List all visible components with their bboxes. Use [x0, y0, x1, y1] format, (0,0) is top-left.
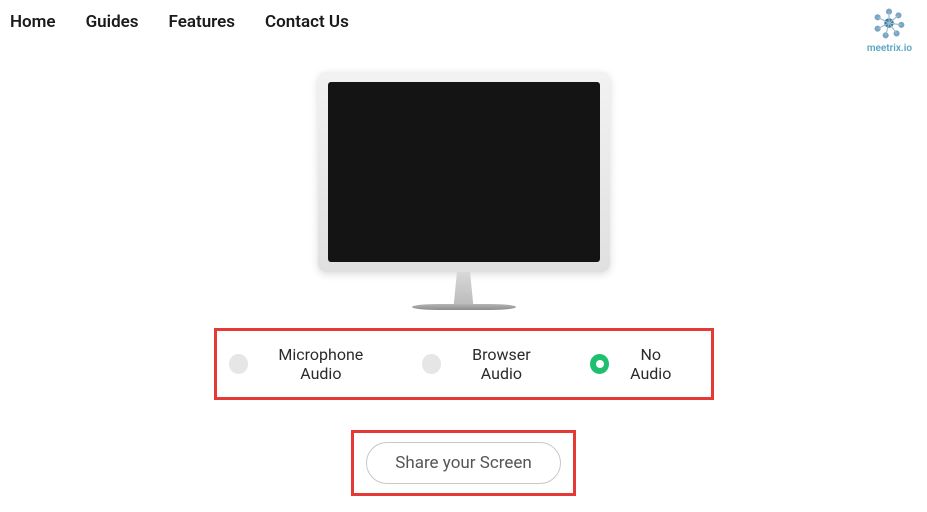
radio-no-audio[interactable]: No Audio	[590, 345, 683, 383]
radio-label: Microphone Audio	[258, 345, 384, 383]
share-screen-button[interactable]: Share your Screen	[366, 442, 561, 484]
radio-icon	[229, 354, 248, 374]
main-content: Microphone Audio Browser Audio No Audio …	[0, 44, 927, 496]
share-button-highlight: Share your Screen	[351, 430, 576, 496]
navbar: Home Guides Features Contact Us	[0, 0, 927, 44]
logo-icon	[870, 4, 908, 42]
monitor-base	[412, 304, 516, 310]
radio-label: No Audio	[619, 345, 683, 383]
monitor-screen	[328, 82, 600, 262]
radio-icon-selected	[590, 354, 609, 374]
audio-options-group: Microphone Audio Browser Audio No Audio	[217, 331, 711, 397]
monitor-bezel	[318, 72, 610, 272]
nav-contact[interactable]: Contact Us	[265, 12, 349, 32]
radio-browser-audio[interactable]: Browser Audio	[422, 345, 552, 383]
audio-options-highlight: Microphone Audio Browser Audio No Audio	[214, 328, 714, 400]
nav-guides[interactable]: Guides	[86, 12, 139, 32]
logo-text: meetrix.io	[867, 43, 912, 54]
radio-microphone-audio[interactable]: Microphone Audio	[229, 345, 384, 383]
radio-label: Browser Audio	[451, 345, 551, 383]
monitor-stand	[442, 272, 486, 304]
nav-features[interactable]: Features	[169, 12, 236, 32]
nav-home[interactable]: Home	[10, 12, 56, 32]
brand-logo[interactable]: meetrix.io	[867, 4, 912, 54]
monitor-illustration	[318, 72, 610, 310]
radio-icon	[422, 354, 441, 374]
